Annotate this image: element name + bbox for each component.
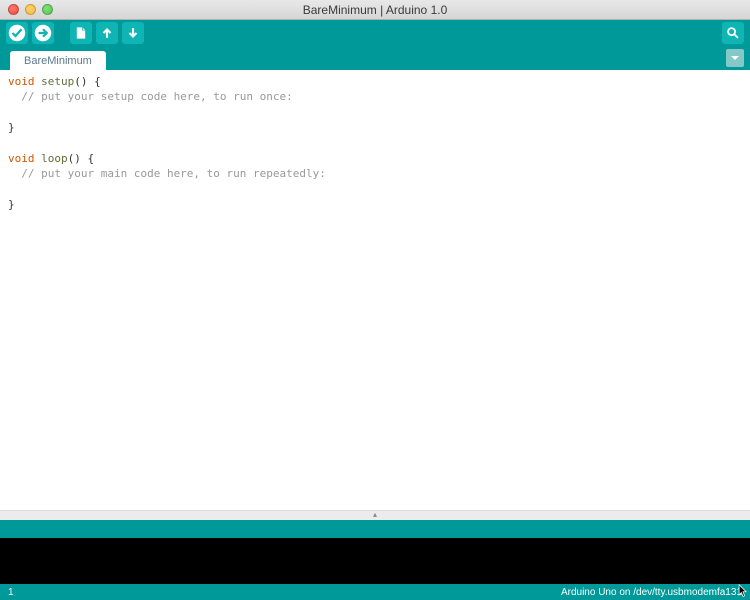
console-output[interactable]	[0, 538, 750, 584]
console-header	[0, 520, 750, 538]
upload-button[interactable]	[32, 22, 54, 44]
code-editor[interactable]: void setup() { // put your setup code he…	[0, 70, 750, 510]
window-title: BareMinimum | Arduino 1.0	[0, 3, 750, 17]
tab-strip: BareMinimum	[0, 46, 750, 70]
check-icon	[8, 24, 26, 42]
serial-monitor-button[interactable]	[722, 22, 744, 44]
code-text: }	[8, 121, 15, 134]
code-text: }	[8, 198, 15, 211]
code-text: () {	[74, 75, 101, 88]
tab-bareminimum[interactable]: BareMinimum	[10, 51, 106, 70]
save-button[interactable]	[122, 22, 144, 44]
code-text: () {	[68, 152, 95, 165]
verify-button[interactable]	[6, 22, 28, 44]
arrow-up-icon	[100, 26, 114, 40]
new-button[interactable]	[70, 22, 92, 44]
arrow-down-icon	[126, 26, 140, 40]
file-icon	[74, 26, 88, 40]
toolbar	[0, 20, 750, 46]
search-icon	[726, 26, 740, 40]
chevron-down-icon	[730, 53, 740, 63]
tab-menu-button[interactable]	[726, 49, 744, 67]
mouse-cursor-icon	[738, 584, 748, 598]
code-fn: setup	[35, 75, 75, 88]
open-button[interactable]	[96, 22, 118, 44]
minimize-window-button[interactable]	[25, 4, 36, 15]
code-comment: // put your setup code here, to run once…	[8, 90, 293, 103]
status-bar: 1 Arduino Uno on /dev/tty.usbmodemfa131	[0, 584, 750, 600]
arrow-right-icon	[34, 24, 52, 42]
code-fn: loop	[35, 152, 68, 165]
zoom-window-button[interactable]	[42, 4, 53, 15]
code-comment: // put your main code here, to run repea…	[8, 167, 326, 180]
code-keyword: void	[8, 152, 35, 165]
code-keyword: void	[8, 75, 35, 88]
close-window-button[interactable]	[8, 4, 19, 15]
status-board-port: Arduino Uno on /dev/tty.usbmodemfa131	[561, 587, 742, 598]
status-line-number: 1	[8, 587, 14, 598]
splitter-handle[interactable]: ▴	[0, 510, 750, 520]
window-titlebar: BareMinimum | Arduino 1.0	[0, 0, 750, 20]
traffic-lights	[0, 4, 53, 15]
